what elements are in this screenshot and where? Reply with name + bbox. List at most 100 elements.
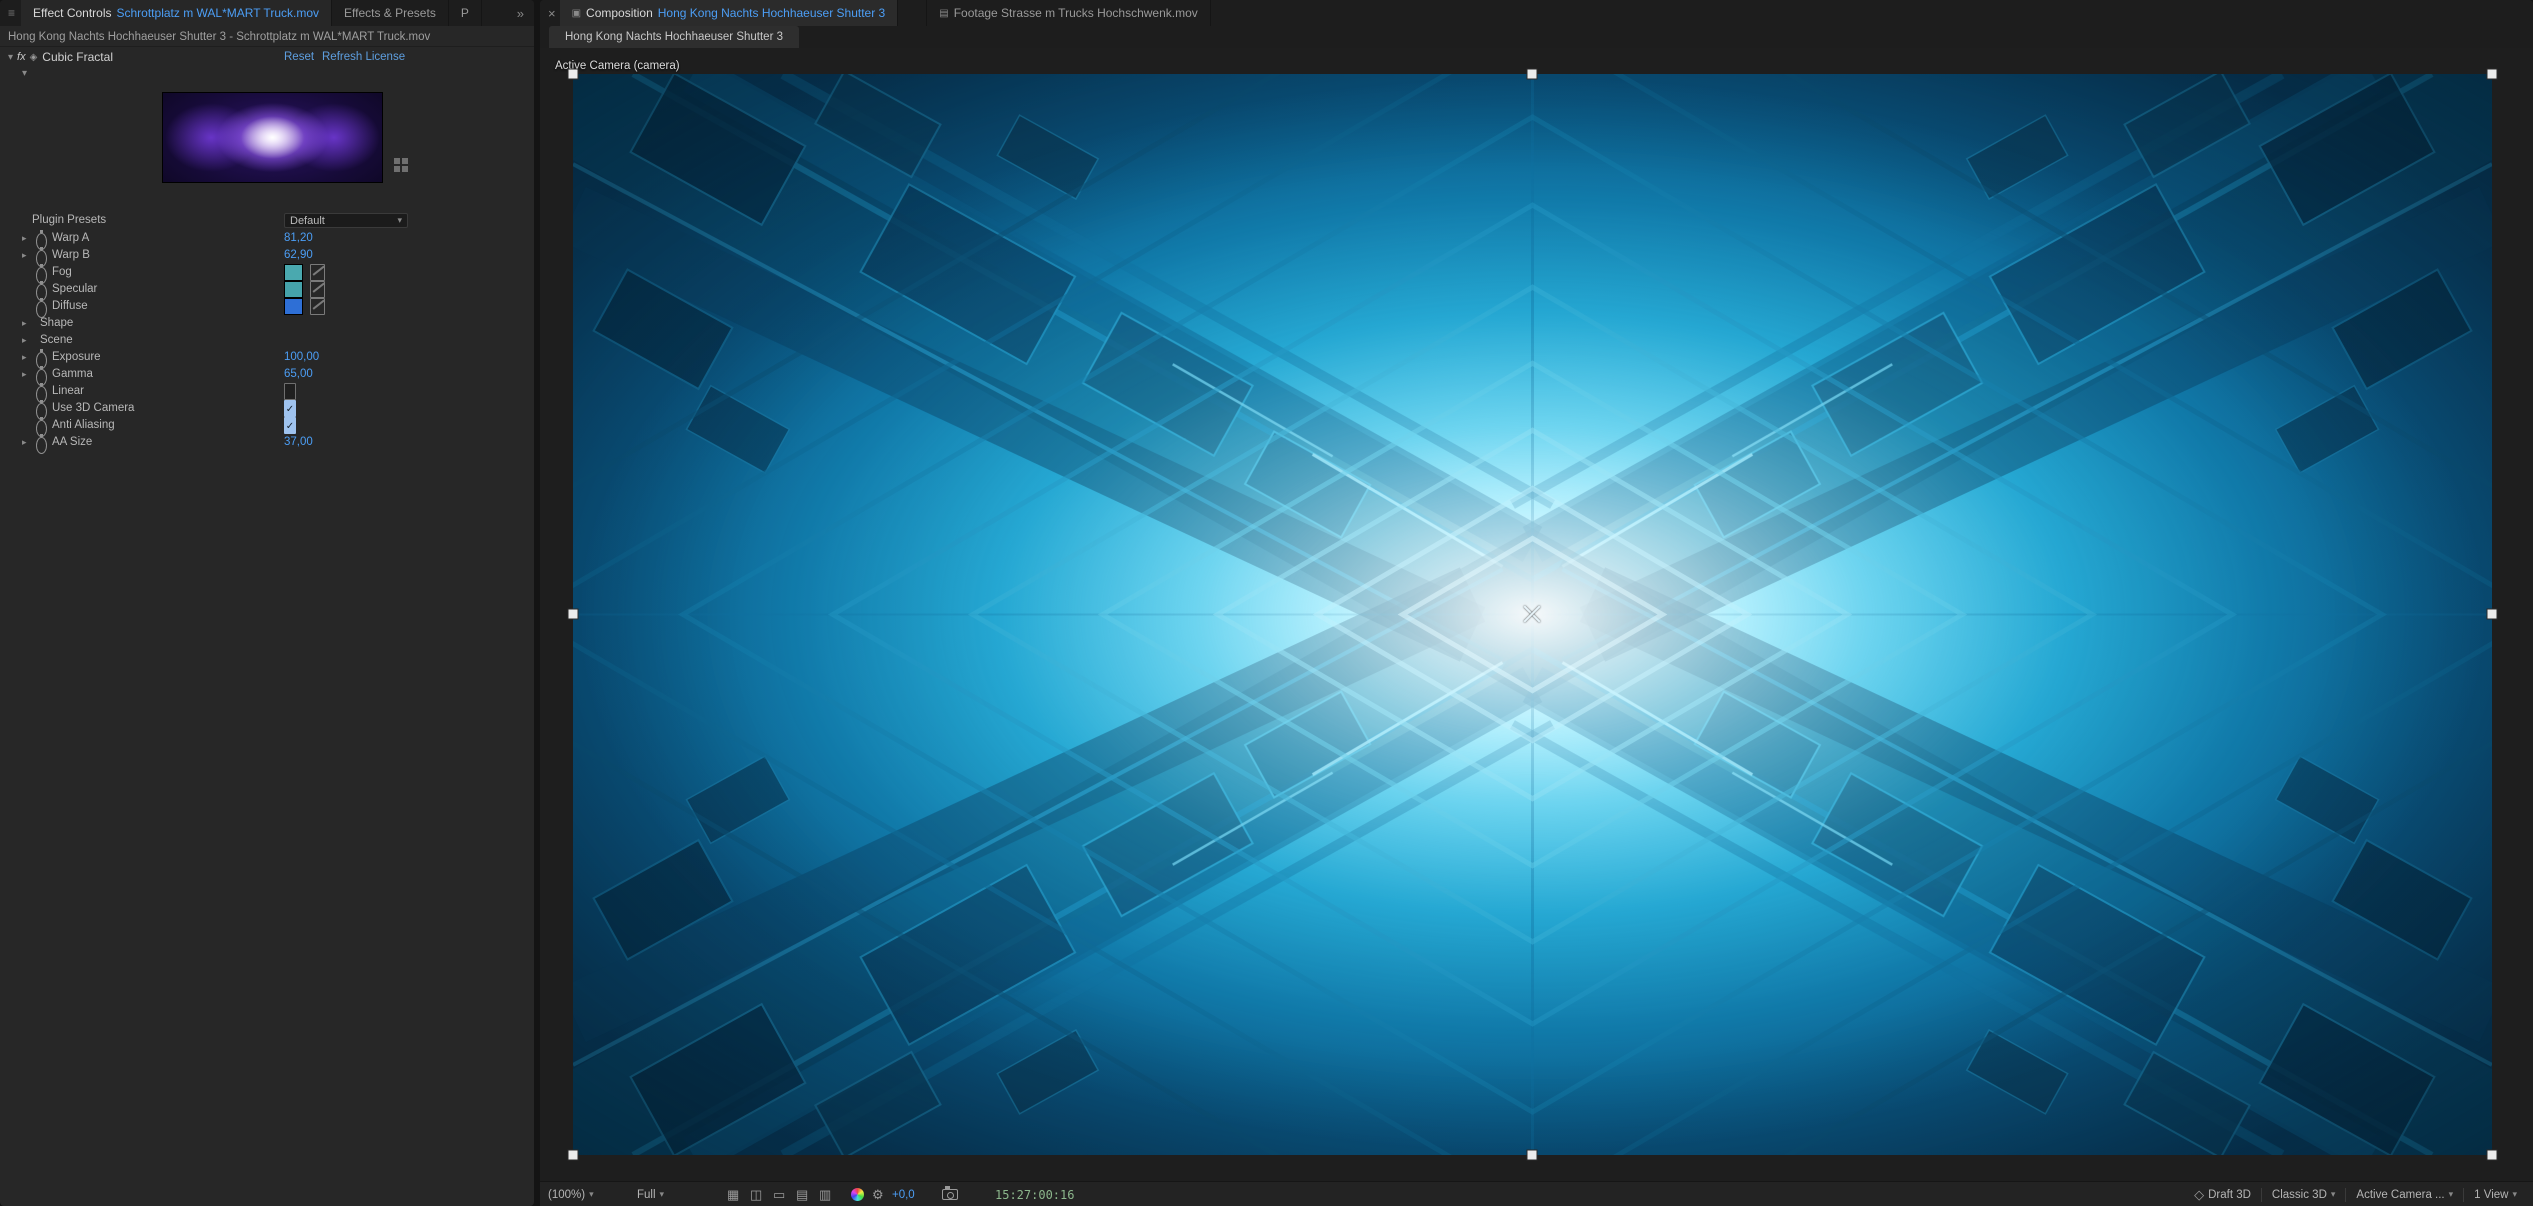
tab-partial[interactable]: P xyxy=(449,0,482,26)
effect-twirl-icon[interactable]: ▾ xyxy=(0,52,17,63)
property-row-warp-a: ▸ Warp A 81,20 xyxy=(0,230,534,247)
view-layout-icon[interactable]: ▥ xyxy=(819,1182,831,1206)
guides-glyph: ▤ xyxy=(796,1187,808,1203)
reset-button[interactable]: Reset xyxy=(284,51,314,63)
composition-panel-icon: ▣ xyxy=(572,8,581,19)
property-label: Diffuse xyxy=(52,298,88,315)
region-of-interest-icon[interactable]: ▭ xyxy=(773,1182,785,1206)
use-3d-camera-checkbox[interactable]: ✓ xyxy=(284,400,296,417)
layer-handle-top-left[interactable] xyxy=(568,69,579,80)
twirl-icon[interactable]: ▸ xyxy=(22,315,27,332)
resolution-value: Full xyxy=(637,1189,656,1201)
twirl-icon[interactable]: ▸ xyxy=(22,247,27,264)
property-value[interactable]: 62,90 xyxy=(284,247,313,264)
gear-glyph: ⚙ xyxy=(872,1187,884,1203)
draft-3d-toggle[interactable]: ◇ Draft 3D xyxy=(2194,1182,2251,1206)
property-value[interactable]: 37,00 xyxy=(284,434,313,451)
view-layout-select[interactable]: 1 View ▾ xyxy=(2474,1182,2517,1206)
property-value[interactable]: 65,00 xyxy=(284,366,313,383)
layer-handle-top-right[interactable] xyxy=(2487,69,2498,80)
tab-footage-label: Footage Strasse m Trucks Hochschwenk.mov xyxy=(954,6,1198,20)
fog-color-swatch[interactable] xyxy=(284,264,303,281)
property-label: Linear xyxy=(52,383,84,400)
draft-3d-icon: ◇ xyxy=(2194,1187,2204,1203)
tab-composition-name: Hong Kong Nachts Hochhaeuser Shutter 3 xyxy=(658,6,885,20)
viewer-toolbar-right: ◇ Draft 3D Classic 3D ▾ Active Camera ..… xyxy=(2194,1182,2517,1206)
twirl-icon[interactable]: ▸ xyxy=(22,230,27,247)
property-label: Anti Aliasing xyxy=(52,417,115,434)
chevron-down-icon: ▾ xyxy=(589,1189,594,1200)
property-row-specular: Specular xyxy=(0,281,534,298)
chevron-down-icon: ▾ xyxy=(2512,1189,2517,1200)
camera-poi-anchor[interactable] xyxy=(1522,604,1542,624)
group-label: Shape xyxy=(40,315,73,332)
tab-effect-controls[interactable]: Effect Controls Schrottplatz m WAL*MART … xyxy=(21,0,332,26)
exposure-value[interactable]: +0,0 xyxy=(892,1182,915,1206)
effect-target-label: Hong Kong Nachts Hochhaeuser Shutter 3 -… xyxy=(0,27,534,47)
effect-controls-tabbar: ≡ Effect Controls Schrottplatz m WAL*MAR… xyxy=(0,0,534,26)
view-select[interactable]: Active Camera ... ▾ xyxy=(2356,1182,2453,1206)
dropdown-value: Default xyxy=(290,215,325,227)
plugin-presets-dropdown[interactable]: Default ▾ xyxy=(284,213,408,228)
twirl-icon[interactable]: ▸ xyxy=(22,366,27,383)
resolution-select[interactable]: Full ▾ xyxy=(637,1182,664,1206)
tab-composition[interactable]: ▣ Composition Hong Kong Nachts Hochhaeus… xyxy=(560,0,899,26)
property-value[interactable]: 81,20 xyxy=(284,230,313,247)
exposure-gear-icon[interactable]: ⚙ xyxy=(872,1182,884,1206)
linear-checkbox[interactable] xyxy=(284,383,296,400)
diffuse-color-swatch[interactable] xyxy=(284,298,303,315)
layer-handle-mid-right[interactable] xyxy=(2487,609,2498,620)
property-label: Specular xyxy=(52,281,97,298)
timecode-text: 15:27:00:16 xyxy=(995,1188,1074,1202)
effect-preview-thumbnail[interactable] xyxy=(162,92,383,183)
magnification-select[interactable]: (100%) ▾ xyxy=(548,1182,594,1206)
fx-badge-icon[interactable]: fx xyxy=(17,51,26,63)
viewer-toolbar: (100%) ▾ Full ▾ ▦ ◫ ▭ ▤ ▥ ⚙ +0,0 15:27:0… xyxy=(540,1181,2533,1206)
close-icon[interactable]: × xyxy=(540,6,560,21)
property-row-fog: Fog xyxy=(0,264,534,281)
toolbar-divider xyxy=(2345,1188,2346,1202)
layer-handle-bottom-center[interactable] xyxy=(1527,1150,1538,1161)
tab-effects-presets[interactable]: Effects & Presets xyxy=(332,0,449,26)
layer-handle-bottom-left[interactable] xyxy=(568,1150,579,1161)
layer-handle-top-center[interactable] xyxy=(1527,69,1538,80)
property-label: AA Size xyxy=(52,434,92,451)
property-value[interactable]: 100,00 xyxy=(284,349,319,366)
anti-aliasing-checkbox[interactable]: ✓ xyxy=(284,417,296,434)
stopwatch-icon[interactable] xyxy=(36,437,47,454)
twirl-icon[interactable]: ▸ xyxy=(22,332,27,349)
property-label: Fog xyxy=(52,264,72,281)
transparency-grid-icon[interactable]: ▦ xyxy=(727,1182,739,1206)
eyedropper-icon[interactable] xyxy=(310,264,325,281)
layer-handle-mid-left[interactable] xyxy=(568,609,579,620)
layer-handle-bottom-right[interactable] xyxy=(2487,1150,2498,1161)
property-row-plugin-presets: Plugin Presets Default ▾ xyxy=(0,212,534,229)
twirl-icon[interactable]: ▸ xyxy=(22,434,27,451)
tab-effect-controls-filename: Schrottplatz m WAL*MART Truck.mov xyxy=(117,6,320,20)
renderer-select[interactable]: Classic 3D ▾ xyxy=(2272,1182,2336,1206)
twirl-icon[interactable]: ▸ xyxy=(22,349,27,366)
mask-visibility-icon[interactable]: ◫ xyxy=(750,1182,762,1206)
magnification-value: (100%) xyxy=(548,1189,585,1201)
tab-footage[interactable]: ▤ Footage Strasse m Trucks Hochschwenk.m… xyxy=(926,0,1211,26)
current-time-display[interactable]: 15:27:00:16 xyxy=(995,1182,1074,1206)
guides-icon[interactable]: ▤ xyxy=(796,1182,808,1206)
composition-viewer[interactable]: Active Camera (camera) xyxy=(540,48,2533,1181)
chevron-down-icon: ▾ xyxy=(397,215,402,226)
panel-overflow-icon[interactable]: » xyxy=(507,6,534,21)
comp-mini-tab[interactable]: Hong Kong Nachts Hochhaeuser Shutter 3 xyxy=(549,26,799,48)
snapshot-camera-icon[interactable] xyxy=(942,1182,958,1206)
panel-menu-icon[interactable]: ≡ xyxy=(0,6,21,20)
channels-color-icon[interactable] xyxy=(851,1182,864,1206)
specular-color-swatch[interactable] xyxy=(284,281,303,298)
layout-glyph: ▥ xyxy=(819,1187,831,1203)
property-row-use-3d-camera: Use 3D Camera ✓ xyxy=(0,400,534,417)
chevron-down-icon: ▾ xyxy=(2449,1189,2454,1200)
property-label: Plugin Presets xyxy=(32,212,106,229)
preset-grid-icon[interactable] xyxy=(394,158,408,172)
eyedropper-icon[interactable] xyxy=(310,281,325,298)
effect-options-twirl-icon[interactable]: ▾ xyxy=(22,68,27,79)
refresh-license-button[interactable]: Refresh License xyxy=(322,51,405,63)
eyedropper-icon[interactable] xyxy=(310,298,325,315)
tab-effects-presets-label: Effects & Presets xyxy=(344,6,436,20)
